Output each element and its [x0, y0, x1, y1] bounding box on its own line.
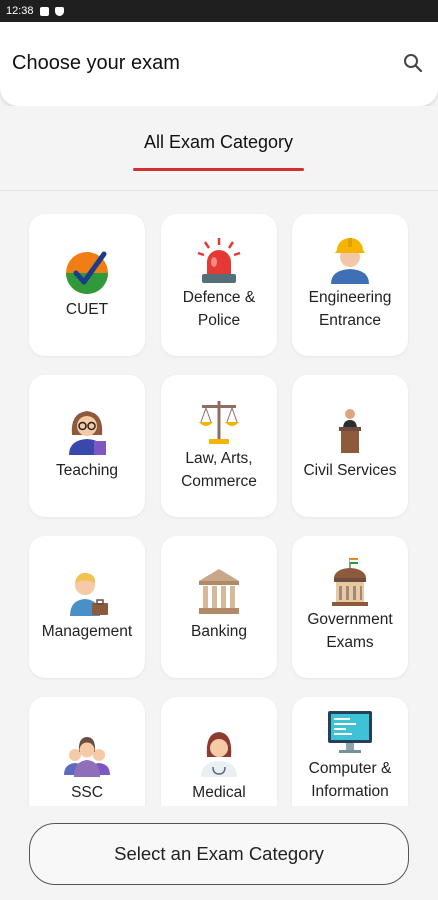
manager-icon: [70, 572, 108, 616]
category-label: Defence & Police: [182, 289, 256, 329]
category-label: Banking: [190, 623, 247, 640]
category-label: Teaching: [55, 462, 119, 479]
search-button[interactable]: [402, 52, 424, 74]
category-card-law-arts-commerce[interactable]: Law, Arts, Commerce: [161, 375, 277, 517]
cuet-check-icon: [66, 251, 108, 294]
podium-icon: [339, 409, 361, 453]
category-card-management[interactable]: Management: [29, 536, 145, 678]
doctor-icon: [201, 732, 237, 777]
category-card-teaching[interactable]: Teaching: [29, 375, 145, 517]
bottom-bar: Select an Exam Category: [0, 806, 438, 900]
category-label: Law, Arts, Commerce: [181, 450, 257, 490]
category-label: Engineering Entrance: [308, 289, 392, 329]
category-card-government-exams[interactable]: Government Exams: [292, 536, 408, 678]
category-tab-bar: All Exam Category: [0, 106, 438, 192]
government-building-icon: [332, 558, 368, 606]
select-exam-category-button[interactable]: Select an Exam Category: [29, 823, 409, 885]
category-label: CUET: [65, 301, 109, 318]
status-bar: 12:38: [0, 0, 438, 22]
category-label: Civil Services: [303, 462, 397, 479]
category-label: Government Exams: [307, 611, 393, 651]
category-label: Computer & Information: [308, 760, 392, 800]
category-card-engineering-entrance[interactable]: Engineering Entrance: [292, 214, 408, 356]
siren-icon: [197, 238, 241, 283]
engineer-icon: [331, 238, 369, 284]
search-icon: [404, 54, 423, 73]
category-card-cuet[interactable]: CUET: [29, 214, 145, 356]
app-header: Choose your exam: [0, 22, 438, 106]
bank-icon: [199, 569, 239, 614]
category-label: SSC: [71, 784, 103, 801]
category-label: Management: [41, 623, 133, 640]
category-card-computer-information[interactable]: Computer & Information: [292, 697, 408, 806]
status-time: 12:38: [6, 5, 34, 17]
group-icon: [64, 737, 110, 777]
tab-active-indicator: [133, 168, 304, 171]
tab-all-exam-category[interactable]: All Exam Category: [133, 132, 304, 153]
category-card-defence-police[interactable]: Defence & Police: [161, 214, 277, 356]
teacher-icon: [69, 411, 106, 455]
computer-icon: [328, 711, 372, 753]
notification-icon: [39, 6, 49, 16]
page-title: Choose your exam: [12, 52, 180, 74]
category-card-civil-services[interactable]: Civil Services: [292, 375, 408, 517]
shield-icon: [54, 6, 64, 16]
category-label: Medical: [192, 784, 246, 801]
divider: [0, 190, 438, 191]
scales-icon: [199, 401, 239, 444]
category-card-banking[interactable]: Banking: [161, 536, 277, 678]
category-card-medical[interactable]: Medical: [161, 697, 277, 806]
category-grid: CUET Defence & Police Engineering Entrance: [0, 192, 438, 806]
category-card-ssc[interactable]: SSC: [29, 697, 145, 806]
